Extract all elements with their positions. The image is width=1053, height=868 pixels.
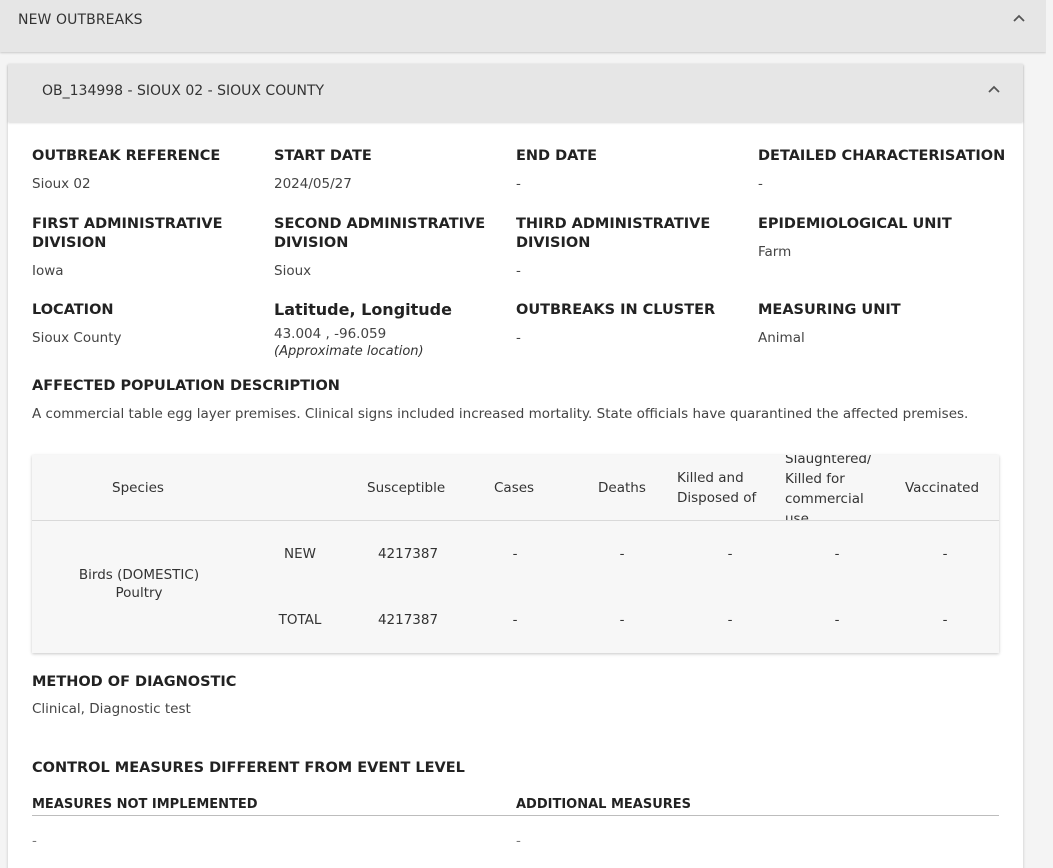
cell-vaccinated: - <box>942 546 948 562</box>
chevron-up-icon[interactable] <box>988 85 1000 93</box>
column-header-deaths: Deaths <box>598 480 646 496</box>
new-outbreaks-title: NEW OUTBREAKS <box>18 12 143 28</box>
field-label: THIRD ADMINISTRATIVE DIVISION <box>516 216 711 251</box>
species-name: Birds (DOMESTIC) Poultry <box>52 567 226 601</box>
column-header-cases: Cases <box>494 480 535 496</box>
field-value: 43.004 , -96.059 <box>274 326 387 342</box>
field-value: Sioux <box>274 263 312 279</box>
field-value: - <box>516 330 521 346</box>
cell-vaccinated: - <box>942 612 948 628</box>
field-epidemiological-unit: EPIDEMIOLOGICAL UNIT Farm <box>758 215 988 261</box>
species-name-line1: Birds (DOMESTIC) <box>78 567 200 583</box>
field-value: Sioux County <box>32 330 122 346</box>
affected-population-text: A commercial table egg layer premises. C… <box>32 406 969 422</box>
column-header-species: Species <box>112 480 164 496</box>
cell-deaths: - <box>619 546 625 562</box>
additional-measures-label: ADDITIONAL MEASURES <box>516 797 692 812</box>
field-label: LOCATION <box>32 302 114 318</box>
column-header-killed-disposed: Killed and Disposed of <box>677 470 757 506</box>
field-value: 2024/05/27 <box>274 176 352 192</box>
column-header-vaccinated: Vaccinated <box>905 480 980 496</box>
field-value: Farm <box>758 244 792 260</box>
field-third-admin-division: THIRD ADMINISTRATIVE DIVISION - <box>516 215 746 280</box>
field-measuring-unit: MEASURING UNIT Animal <box>758 301 988 347</box>
header-divider <box>32 520 999 521</box>
species-table: Species Susceptible Cases Deaths Killed … <box>32 455 999 653</box>
field-label: Latitude, Longitude <box>274 300 452 319</box>
field-outbreak-reference: OUTBREAK REFERENCE Sioux 02 <box>32 147 262 193</box>
field-value: Animal <box>758 330 805 346</box>
scrollbar[interactable] <box>1046 0 1053 868</box>
control-measures-label: CONTROL MEASURES DIFFERENT FROM EVENT LE… <box>32 760 465 776</box>
column-header-slaughtered: Slaughtered/ Killed for commercial use <box>785 455 872 521</box>
field-value: - <box>516 176 521 192</box>
approximate-location-note: (Approximate location) <box>274 344 424 359</box>
field-value: - <box>516 263 521 279</box>
field-value: - <box>758 176 763 192</box>
field-second-admin-division: SECOND ADMINISTRATIVE DIVISION Sioux <box>274 215 504 280</box>
field-end-date: END DATE - <box>516 147 746 193</box>
measures-divider <box>32 815 999 816</box>
field-label: EPIDEMIOLOGICAL UNIT <box>758 216 952 232</box>
field-label: END DATE <box>516 148 598 164</box>
field-value: Iowa <box>32 263 64 279</box>
field-label: SECOND ADMINISTRATIVE DIVISION <box>274 216 486 251</box>
cell-cases: - <box>512 546 518 562</box>
field-lat-long: Latitude, Longitude 43.004 , -96.059 (Ap… <box>274 300 504 361</box>
field-label: MEASURING UNIT <box>758 302 901 318</box>
field-value: Sioux 02 <box>32 176 91 192</box>
measures-not-implemented-label: MEASURES NOT IMPLEMENTED <box>32 797 258 812</box>
cell-susceptible: 4217387 <box>377 546 439 562</box>
cell-slaughtered: - <box>834 612 840 628</box>
field-label: OUTBREAK REFERENCE <box>32 148 221 164</box>
field-outbreaks-in-cluster: OUTBREAKS IN CLUSTER - <box>516 301 746 347</box>
column-header-susceptible: Susceptible <box>367 480 446 496</box>
row-type: TOTAL <box>278 612 322 628</box>
cell-deaths: - <box>619 612 625 628</box>
cell-killed-disposed: - <box>727 612 733 628</box>
field-label: START DATE <box>274 148 372 164</box>
field-label: FIRST ADMINISTRATIVE DIVISION <box>32 216 223 251</box>
chevron-up-icon[interactable] <box>1013 14 1025 22</box>
method-of-diagnostic-value: Clinical, Diagnostic test <box>32 701 191 717</box>
field-label: OUTBREAKS IN CLUSTER <box>516 302 716 318</box>
cell-cases: - <box>512 612 518 628</box>
method-of-diagnostic-label: METHOD OF DIAGNOSTIC <box>32 674 237 690</box>
new-outbreaks-header[interactable]: NEW OUTBREAKS <box>0 0 1046 52</box>
outbreak-panel: OB_134998 - SIOUX 02 - SIOUX COUNTY OUTB… <box>8 64 1023 868</box>
species-name-line2: Poultry <box>115 585 163 601</box>
page: NEW OUTBREAKS OB_134998 - SIOUX 02 - SIO… <box>0 0 1053 868</box>
outbreak-panel-title: OB_134998 - SIOUX 02 - SIOUX COUNTY <box>42 83 325 99</box>
field-first-admin-division: FIRST ADMINISTRATIVE DIVISION Iowa <box>32 215 262 280</box>
cell-slaughtered: - <box>834 546 840 562</box>
field-location: LOCATION Sioux County <box>32 301 262 347</box>
field-label: DETAILED CHARACTERISATION <box>758 148 1006 164</box>
row-type: NEW <box>284 546 316 562</box>
outbreak-panel-header[interactable]: OB_134998 - SIOUX 02 - SIOUX COUNTY <box>8 64 1023 122</box>
field-detailed-characterisation: DETAILED CHARACTERISATION - <box>758 147 1008 193</box>
affected-population-label: AFFECTED POPULATION DESCRIPTION <box>32 378 340 394</box>
additional-measures-value: - <box>516 833 521 849</box>
measures-not-implemented-value: - <box>32 833 37 849</box>
field-start-date: START DATE 2024/05/27 <box>274 147 504 193</box>
cell-killed-disposed: - <box>727 546 733 562</box>
cell-susceptible: 4217387 <box>377 612 439 628</box>
